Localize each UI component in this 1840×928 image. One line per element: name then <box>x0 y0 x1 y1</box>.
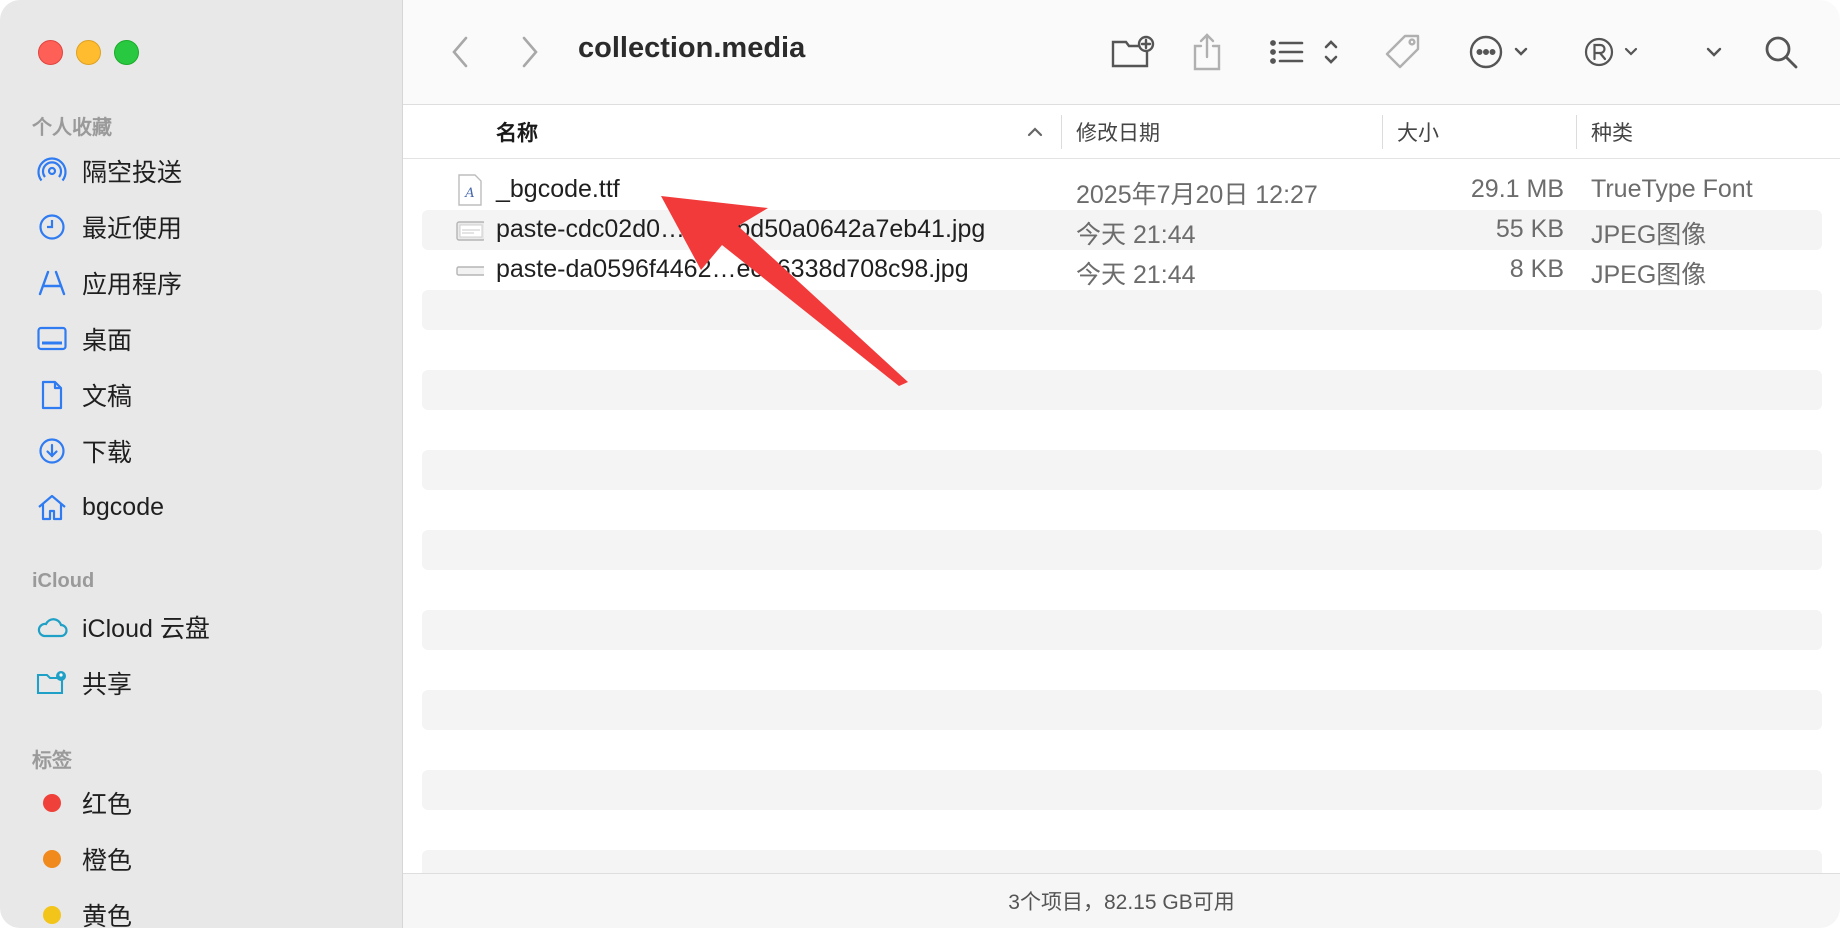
sidebar-item-recents[interactable]: 最近使用 <box>36 207 376 247</box>
file-date: 今天 21:44 <box>1076 221 1196 249</box>
close-window-button[interactable] <box>38 40 63 65</box>
file-row[interactable]: paste-cdc02d0…ca…bd50a0642a7eb41.jpg 今天 … <box>422 210 1822 250</box>
sidebar-tag-red[interactable]: 红色 <box>36 783 376 823</box>
svg-text:A: A <box>464 186 474 201</box>
toolbar: collection.media <box>403 0 1840 105</box>
download-icon <box>36 435 68 467</box>
sidebar-item-home[interactable]: bgcode <box>36 487 376 527</box>
file-date: 2025年7月20日 12:27 <box>1076 181 1318 209</box>
applications-icon <box>36 267 68 299</box>
empty-row-stripe <box>422 450 1822 490</box>
sidebar-item-label: 下载 <box>82 439 133 467</box>
column-separator[interactable] <box>1382 115 1383 149</box>
empty-row-stripe <box>422 770 1822 810</box>
tag-red-icon <box>36 787 68 819</box>
forward-icon[interactable] <box>513 30 547 74</box>
shared-folder-icon <box>36 667 68 699</box>
sidebar-item-label: 共享 <box>82 671 133 699</box>
sidebar-item-label: 最近使用 <box>82 215 183 243</box>
column-size[interactable]: 大小 <box>1397 117 1439 147</box>
r-extension-icon[interactable] <box>1583 30 1643 74</box>
empty-row-stripe <box>422 530 1822 570</box>
file-size: 55 KB <box>1495 215 1564 243</box>
empty-row-stripe <box>422 690 1822 730</box>
sidebar-section-tags: 标签 <box>32 750 72 772</box>
finder-window: 个人收藏 隔空投送 最近使用 应用程序 桌面 文稿 下载 bgcode iClo… <box>0 0 1840 928</box>
empty-row-stripe <box>422 370 1822 410</box>
file-size: 8 KB <box>1509 255 1564 283</box>
new-folder-icon[interactable] <box>1109 30 1157 74</box>
sidebar: 个人收藏 隔空投送 最近使用 应用程序 桌面 文稿 下载 bgcode iClo… <box>0 0 403 928</box>
column-date[interactable]: 修改日期 <box>1076 117 1160 147</box>
empty-row-stripe <box>422 610 1822 650</box>
back-icon[interactable] <box>443 30 477 74</box>
cloud-icon <box>36 611 68 643</box>
sidebar-item-label: bgcode <box>82 492 165 521</box>
file-kind: JPEG图像 <box>1591 261 1707 289</box>
column-separator[interactable] <box>1576 115 1577 149</box>
sidebar-item-documents[interactable]: 文稿 <box>36 375 376 415</box>
sidebar-tag-orange[interactable]: 橙色 <box>36 839 376 879</box>
column-kind[interactable]: 种类 <box>1591 117 1633 147</box>
sidebar-item-downloads[interactable]: 下载 <box>36 431 376 471</box>
view-list-icon[interactable] <box>1269 30 1339 74</box>
file-date: 今天 21:44 <box>1076 261 1196 289</box>
sidebar-item-shared[interactable]: 共享 <box>36 663 376 703</box>
sidebar-item-airdrop[interactable]: 隔空投送 <box>36 151 376 191</box>
more-actions-icon[interactable] <box>1469 30 1533 74</box>
column-name[interactable]: 名称 <box>496 117 538 147</box>
tag-orange-icon <box>36 843 68 875</box>
sidebar-section-favorites: 个人收藏 <box>32 117 112 139</box>
desktop-icon <box>36 323 68 355</box>
sidebar-item-label: 文稿 <box>82 383 133 411</box>
file-row[interactable]: paste-da0596f4462…ec26338d708c98.jpg 今天 … <box>422 250 1822 290</box>
sidebar-item-applications[interactable]: 应用程序 <box>36 263 376 303</box>
sidebar-item-desktop[interactable]: 桌面 <box>36 319 376 359</box>
image-file-icon <box>456 266 484 276</box>
window-title: collection.media <box>578 32 806 64</box>
sort-ascending-icon[interactable] <box>1026 125 1044 143</box>
sidebar-item-label: 黄色 <box>82 903 133 928</box>
sidebar-item-label: 红色 <box>82 791 133 819</box>
search-icon[interactable] <box>1761 30 1801 74</box>
share-icon[interactable] <box>1187 30 1227 74</box>
chevron-down-icon[interactable] <box>1699 30 1729 74</box>
sidebar-item-label: 应用程序 <box>82 271 183 299</box>
sidebar-tag-yellow[interactable]: 黄色 <box>36 895 376 928</box>
font-file-icon: A <box>458 174 482 206</box>
window-controls <box>38 40 139 65</box>
file-row[interactable]: A _bgcode.ttf 2025年7月20日 12:27 29.1 MB T… <box>422 170 1822 210</box>
file-list: A _bgcode.ttf 2025年7月20日 12:27 29.1 MB T… <box>422 170 1822 290</box>
sidebar-item-label: 隔空投送 <box>82 159 183 187</box>
airdrop-icon <box>36 155 68 187</box>
tag-yellow-icon <box>36 899 68 928</box>
file-name: _bgcode.ttf <box>496 175 620 203</box>
file-kind: JPEG图像 <box>1591 221 1707 249</box>
sidebar-item-label: 桌面 <box>82 327 133 355</box>
tag-icon[interactable] <box>1381 30 1425 74</box>
clock-icon <box>36 211 68 243</box>
home-icon <box>36 491 68 523</box>
file-name: paste-cdc02d0…ca…bd50a0642a7eb41.jpg <box>496 215 986 243</box>
zoom-window-button[interactable] <box>114 40 139 65</box>
status-bar: 3个项目，82.15 GB可用 <box>403 873 1840 928</box>
minimize-window-button[interactable] <box>76 40 101 65</box>
image-file-icon <box>456 221 484 241</box>
file-name: paste-da0596f4462…ec26338d708c98.jpg <box>496 255 969 283</box>
file-kind: TrueType Font <box>1591 175 1753 203</box>
column-separator[interactable] <box>1061 115 1062 149</box>
sidebar-section-icloud: iCloud <box>32 570 95 592</box>
sidebar-item-icloud-drive[interactable]: iCloud 云盘 <box>36 607 376 647</box>
sidebar-item-label: iCloud 云盘 <box>82 615 210 643</box>
document-icon <box>36 379 68 411</box>
empty-row-stripe <box>422 290 1822 330</box>
column-header: 名称 修改日期 大小 种类 <box>403 105 1840 159</box>
sidebar-item-label: 橙色 <box>82 847 133 875</box>
file-size: 29.1 MB <box>1470 175 1564 203</box>
